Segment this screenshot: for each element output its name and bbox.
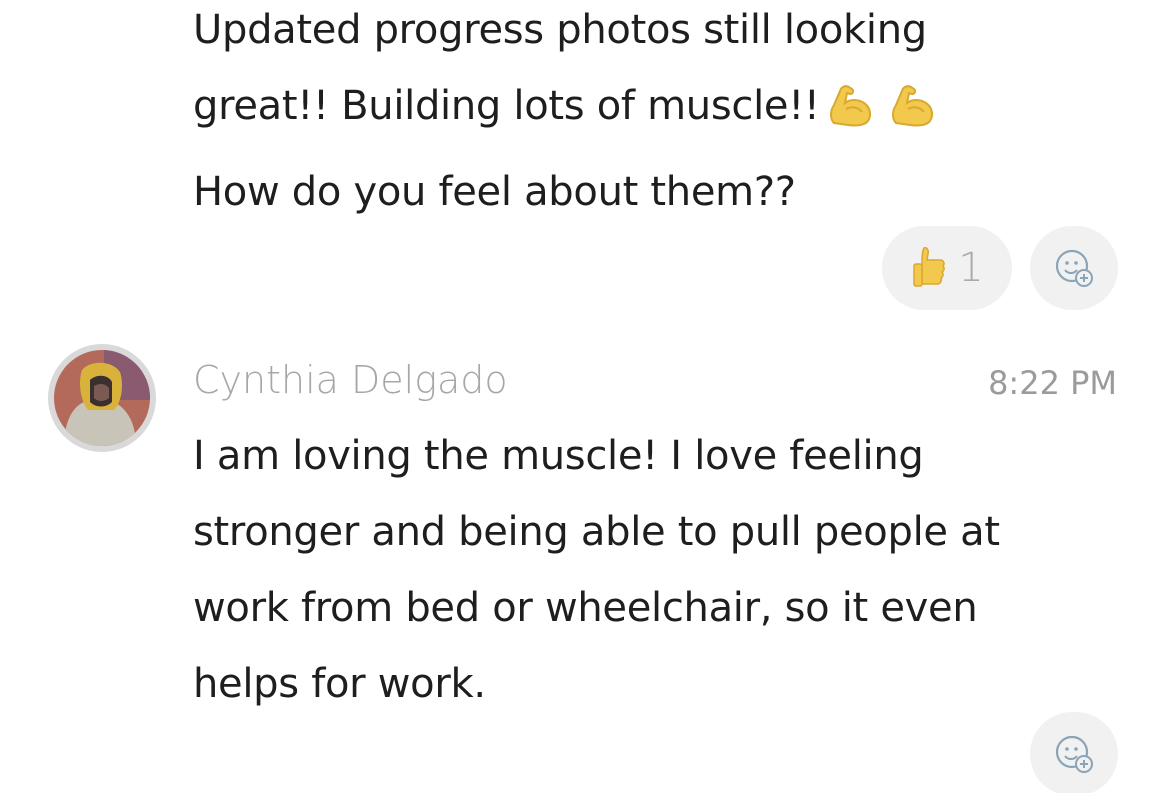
message-line: I am loving the muscle! I love feeling bbox=[193, 433, 924, 479]
add-reaction-button[interactable] bbox=[1030, 712, 1118, 793]
message-body: Updated progress photos still looking gr… bbox=[193, 0, 1123, 230]
message-body: I am loving the muscle! I love feeling s… bbox=[193, 418, 1123, 722]
message-timestamp: 8:22 PM bbox=[988, 364, 1117, 402]
add-reaction-icon bbox=[1050, 244, 1098, 292]
flexed-biceps-icon bbox=[826, 78, 882, 154]
message-line: helps for work. bbox=[193, 661, 486, 707]
message-line: great!! Building lots of muscle!! bbox=[193, 68, 1123, 154]
reaction-thumbs-up-button[interactable]: 1 bbox=[882, 226, 1012, 310]
avatar-image bbox=[54, 350, 150, 446]
message-line: stronger and being able to pull people a… bbox=[193, 509, 1000, 555]
reaction-count: 1 bbox=[958, 245, 984, 291]
message-line: Updated progress photos still looking bbox=[193, 7, 927, 53]
message-line: work from bed or wheelchair, so it even bbox=[193, 585, 978, 631]
add-reaction-icon bbox=[1050, 730, 1098, 778]
thumbs-up-icon bbox=[910, 244, 950, 292]
add-reaction-button[interactable] bbox=[1030, 226, 1118, 310]
sender-name[interactable]: Cynthia Delgado bbox=[193, 358, 508, 402]
flexed-biceps-icon bbox=[888, 78, 944, 154]
message-line: How do you feel about them?? bbox=[193, 169, 796, 215]
avatar[interactable] bbox=[48, 344, 156, 452]
message-line-text: great!! Building lots of muscle!! bbox=[193, 83, 820, 129]
